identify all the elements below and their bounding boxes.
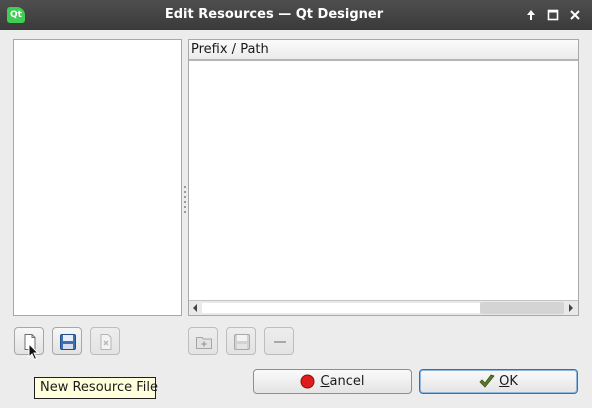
add-prefix-button[interactable] <box>188 327 218 355</box>
window-title: Edit Resources — Qt Designer <box>164 7 384 22</box>
cancel-label: ancel <box>329 374 365 389</box>
scroll-thumb[interactable] <box>480 302 564 314</box>
tree-header[interactable]: Prefix / Path <box>189 40 578 61</box>
maximize-button[interactable] <box>544 6 562 24</box>
ok-label: K <box>509 374 518 389</box>
scroll-track[interactable] <box>202 303 480 313</box>
title-bar[interactable]: Qt Edit Resources — Qt Designer <box>0 0 592 30</box>
open-resource-file-button[interactable] <box>52 327 82 355</box>
mouse-cursor-icon <box>28 342 40 365</box>
ok-checkmark-icon <box>479 374 495 388</box>
remove-resource-file-button[interactable] <box>90 327 120 355</box>
minus-icon <box>274 341 286 343</box>
remove-button[interactable] <box>264 327 294 355</box>
scroll-right-icon[interactable] <box>564 301 577 315</box>
maximize-icon <box>547 9 559 21</box>
close-icon <box>570 10 580 20</box>
cancel-button[interactable]: Cancel <box>253 369 412 394</box>
save-floppy-icon <box>60 334 76 350</box>
remove-file-icon <box>100 334 112 350</box>
cancel-mnemonic: C <box>320 374 330 389</box>
close-button[interactable] <box>566 6 584 24</box>
keep-above-button[interactable] <box>522 6 540 24</box>
save-floppy-icon <box>234 334 250 350</box>
column-header-prefix-path: Prefix / Path <box>191 42 269 57</box>
add-files-button[interactable] <box>226 327 256 355</box>
resource-tree[interactable]: Prefix / Path <box>188 39 579 316</box>
ok-mnemonic: O <box>499 374 510 389</box>
ok-button[interactable]: OK <box>419 369 578 394</box>
splitter-handle[interactable] <box>184 186 187 220</box>
cancel-icon <box>300 374 315 389</box>
add-folder-icon <box>196 337 212 349</box>
scroll-left-icon[interactable] <box>189 301 202 315</box>
resource-file-list[interactable] <box>13 39 182 316</box>
horizontal-scrollbar[interactable] <box>189 300 578 315</box>
tooltip: New Resource File <box>34 377 158 399</box>
arrow-up-icon <box>527 10 535 20</box>
edit-resources-dialog: Qt Edit Resources — Qt Designer Prefix /… <box>0 0 592 408</box>
